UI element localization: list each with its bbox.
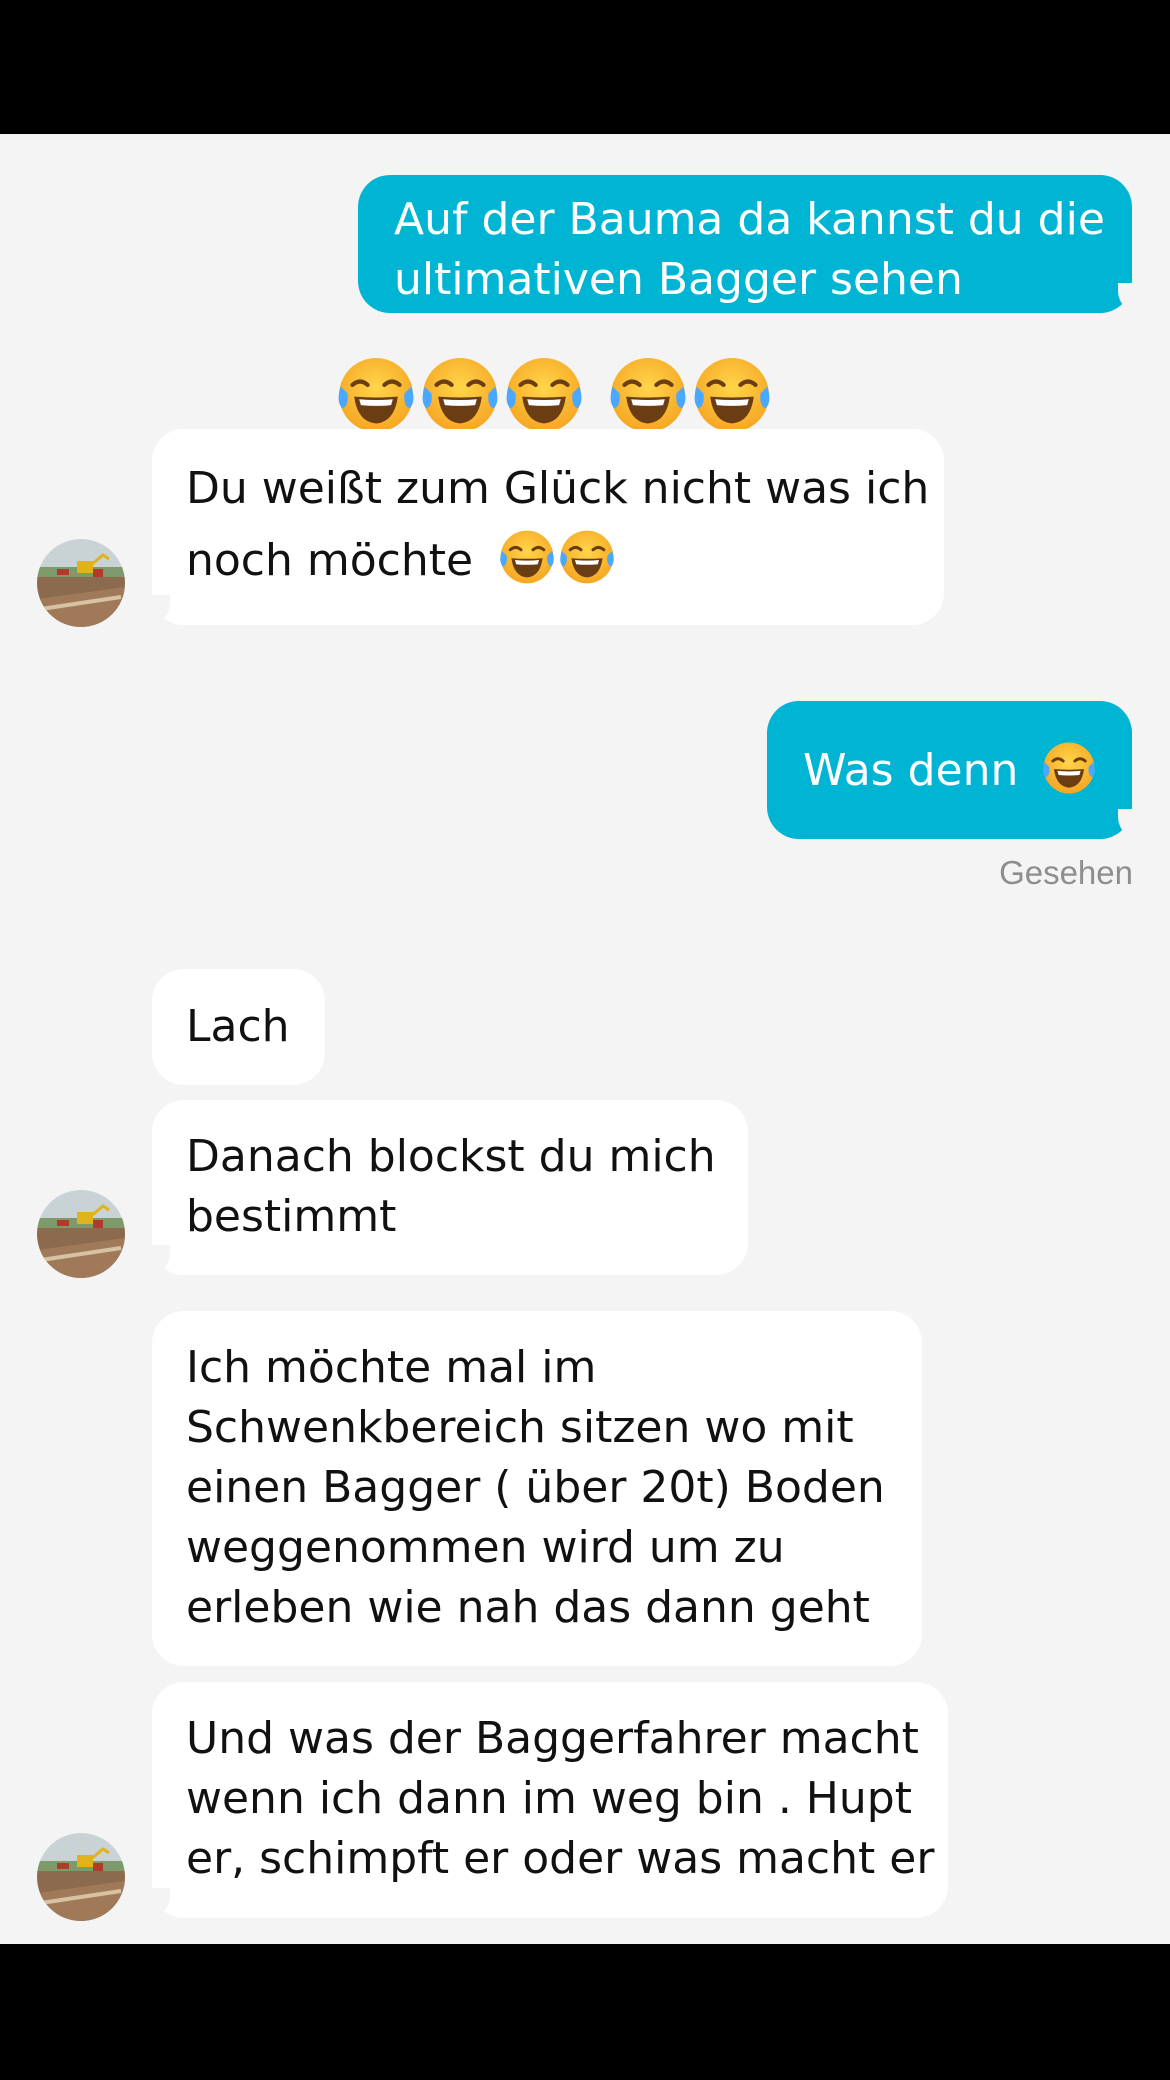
face-with-tears-of-joy-icon bbox=[497, 527, 557, 587]
message-text: einen Bagger ( über 20t) Boden bbox=[186, 1462, 885, 1513]
avatar[interactable] bbox=[37, 539, 125, 627]
face-with-tears-of-joy-icon bbox=[418, 353, 502, 437]
face-with-tears-of-joy-icon bbox=[557, 527, 617, 587]
face-with-tears-of-joy-icon bbox=[334, 353, 418, 437]
message-text: Ich möchte mal im bbox=[186, 1342, 597, 1393]
face-with-tears-of-joy-icon bbox=[690, 353, 774, 437]
avatar[interactable] bbox=[37, 1833, 125, 1921]
message-text: Danach blockst du mich bbox=[186, 1131, 716, 1182]
emoji-reaction-row bbox=[334, 353, 774, 437]
message-text: wenn ich dann im weg bin . Hupt bbox=[186, 1773, 912, 1824]
status-bar bbox=[0, 0, 1170, 134]
message-incoming[interactable]: Danach blockst du mich bestimmt bbox=[152, 1100, 748, 1275]
message-text: ultimativen Bagger sehen bbox=[394, 254, 963, 305]
message-text: noch möchte bbox=[186, 535, 474, 586]
face-with-tears-of-joy-icon bbox=[1040, 739, 1098, 797]
message-text: bestimmt bbox=[186, 1191, 397, 1242]
bubble-tail bbox=[136, 1245, 170, 1275]
bubble-tail bbox=[136, 595, 170, 625]
message-text: Schwenkbereich sitzen wo mit bbox=[186, 1402, 854, 1453]
message-text: Was denn bbox=[803, 745, 1019, 796]
bubble-tail bbox=[136, 1888, 170, 1918]
bubble-tail bbox=[1118, 809, 1152, 839]
read-receipt: Gesehen bbox=[999, 854, 1133, 891]
message-incoming[interactable]: Und was der Baggerfahrer macht wenn ich … bbox=[152, 1682, 948, 1918]
message-incoming[interactable]: Du weißt zum Glück nicht was ich noch mö… bbox=[152, 429, 944, 625]
chat-thread[interactable]: Auf der Bauma da kannst du die ultimativ… bbox=[0, 134, 1170, 1944]
message-text: Lach bbox=[186, 1001, 290, 1052]
message-incoming[interactable]: Lach bbox=[152, 969, 325, 1085]
message-text: erleben wie nah das dann geht bbox=[186, 1582, 870, 1633]
bubble-tail bbox=[1118, 283, 1152, 313]
avatar[interactable] bbox=[37, 1190, 125, 1278]
message-text: Auf der Bauma da kannst du die bbox=[394, 194, 1105, 245]
message-incoming[interactable]: Ich möchte mal im Schwenkbereich sitzen … bbox=[152, 1311, 922, 1666]
bottom-bar bbox=[0, 1944, 1170, 2080]
face-with-tears-of-joy-icon bbox=[606, 353, 690, 437]
face-with-tears-of-joy-icon bbox=[502, 353, 586, 437]
message-outgoing[interactable]: Auf der Bauma da kannst du die ultimativ… bbox=[358, 175, 1132, 313]
message-text: Du weißt zum Glück nicht was ich bbox=[186, 463, 930, 514]
message-text: weggenommen wird um zu bbox=[186, 1522, 785, 1573]
message-text: Und was der Baggerfahrer macht bbox=[186, 1713, 919, 1764]
message-text: er, schimpft er oder was macht er bbox=[186, 1833, 935, 1884]
message-outgoing[interactable]: Was denn bbox=[767, 701, 1132, 839]
